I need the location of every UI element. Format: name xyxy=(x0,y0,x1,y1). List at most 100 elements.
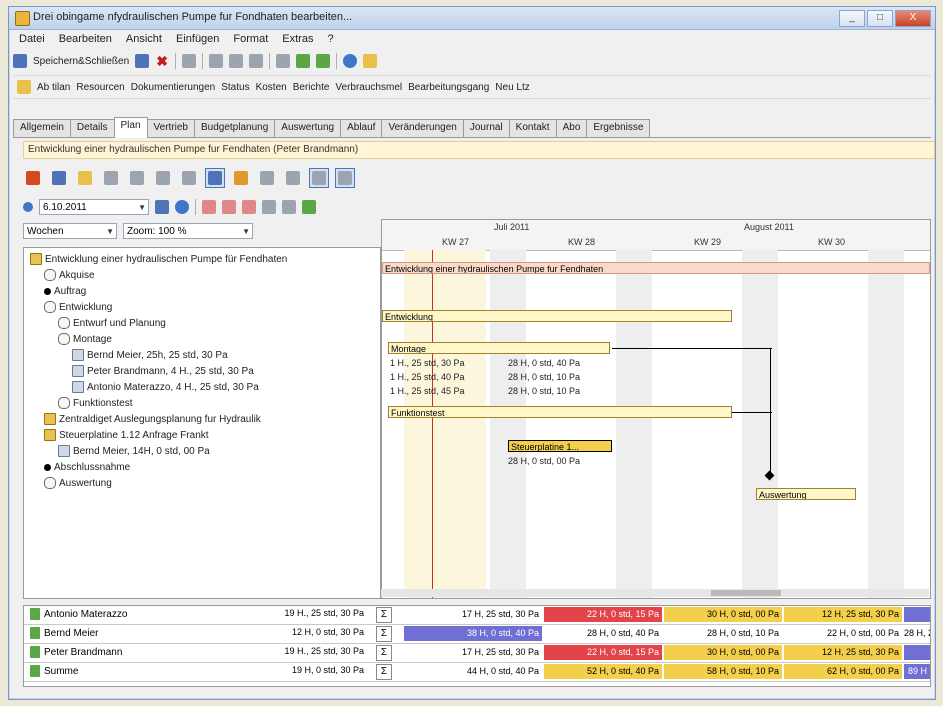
menu-ansicht[interactable]: Ansicht xyxy=(126,33,162,45)
resource-cell[interactable]: 22 H, 0 std, 15 Pa xyxy=(544,645,662,660)
resource-cell[interactable]: 62 H, 0 std, 00 Pa xyxy=(784,664,902,679)
toolbar2-item[interactable]: Kosten xyxy=(256,82,287,93)
resource-cell[interactable]: 17 H, 25 std, 30 Pa xyxy=(404,645,542,660)
resource-row[interactable]: Peter Brandmann 19 H., 25 std, 30 Pa Σ 17 H… xyxy=(24,644,930,663)
toolbar2-item[interactable]: Ab tilan xyxy=(37,82,70,93)
columns-icon[interactable] xyxy=(262,200,276,214)
resource-cell[interactable]: 44 H, 0 std, 40 Pa xyxy=(404,664,542,679)
menu-help[interactable]: ? xyxy=(327,33,333,45)
tab-auswertung[interactable]: Auswertung xyxy=(274,119,342,137)
save-close-button[interactable]: Speichern&Schließen xyxy=(33,56,129,67)
resource-row[interactable]: Antonio Materazzo 19 H., 25 std, 30 Pa Σ 17… xyxy=(24,606,930,625)
link-icon[interactable] xyxy=(52,171,66,185)
table-view-icon[interactable] xyxy=(338,171,352,185)
menu-format[interactable]: Format xyxy=(233,33,268,45)
sum-icon[interactable]: Σ xyxy=(376,607,392,623)
resource-cell[interactable]: 28 H, 0 std, 10 Pa xyxy=(664,626,782,641)
sum-icon[interactable]: Σ xyxy=(376,645,392,661)
toolbar2-item[interactable]: Status xyxy=(221,82,249,93)
arrow-icon[interactable] xyxy=(260,171,274,185)
resource-cell[interactable]: 30 H, 0 std, 00 Pa xyxy=(664,607,782,622)
tree-item[interactable]: Funktionstest xyxy=(58,396,132,410)
resource-cell[interactable] xyxy=(904,607,930,622)
tab-plan[interactable]: Plan xyxy=(113,117,148,138)
tree-item[interactable]: Entwicklung xyxy=(44,300,112,314)
copy-icon[interactable] xyxy=(229,54,244,68)
grid-icon[interactable] xyxy=(276,54,291,68)
critical-path-icon[interactable] xyxy=(202,200,216,214)
sum-icon[interactable]: Σ xyxy=(376,664,392,680)
tab-details[interactable]: Details xyxy=(69,119,115,137)
paste-icon[interactable] xyxy=(249,54,264,68)
resource-cell[interactable]: 28 H, 0 std, 40 Pa xyxy=(544,626,662,641)
sort-icon[interactable] xyxy=(242,200,256,214)
info-icon[interactable] xyxy=(363,54,378,68)
tree-item[interactable]: Steuerplatine 1.12 Anfrage Frankt xyxy=(44,428,209,442)
tab-journal[interactable]: Journal xyxy=(462,119,510,137)
view-mode-select[interactable]: Wochen ▼ xyxy=(23,223,117,239)
resource-cell[interactable]: 12 H, 25 std, 30 Pa xyxy=(784,607,902,622)
resource-cell[interactable] xyxy=(904,645,930,660)
steuerplatine-bar[interactable]: Steuerplatine 1... xyxy=(508,440,612,452)
outdent-icon[interactable] xyxy=(182,171,196,185)
zoom-icon[interactable] xyxy=(282,200,296,214)
tree-item[interactable]: Bernd Meier, 25h, 25 std, 30 Pa xyxy=(72,348,228,362)
arrow-up-icon[interactable] xyxy=(296,54,311,68)
resource-row[interactable]: Summe 19 H, 0 std, 30 Pa Σ 44 H, 0 std, 40 … xyxy=(24,663,930,682)
tree-item[interactable]: Abschlussnahme xyxy=(42,460,130,474)
toolbar2-item[interactable]: Dokumentierungen xyxy=(131,82,216,93)
funktionstest-bar[interactable]: Funktionstest xyxy=(388,406,732,418)
tree-item[interactable]: Bernd Meier, 14H, 0 std, 00 Pa xyxy=(58,444,210,458)
horizontal-scrollbar[interactable] xyxy=(381,589,929,597)
gantt-view-icon[interactable] xyxy=(208,171,222,185)
resource-cell[interactable]: 12 H, 25 std, 30 Pa xyxy=(784,645,902,660)
tree-item[interactable]: Entwicklung einer hydraulischen Pumpe fü… xyxy=(30,252,287,266)
toolbar2-item[interactable]: Verbrauchsmel xyxy=(335,82,402,93)
resource-cell[interactable]: 17 H, 25 std, 30 Pa xyxy=(404,607,542,622)
tree-item[interactable]: Antonio Materazzo, 4 H., 25 std, 30 Pa xyxy=(72,380,259,394)
forward-icon[interactable] xyxy=(175,200,189,214)
menu-datei[interactable]: Datei xyxy=(19,33,45,45)
resource-cell[interactable]: 58 H, 0 std, 10 Pa xyxy=(664,664,782,679)
resource-cell[interactable]: 28 H, 22 xyxy=(904,626,930,641)
project-icon[interactable] xyxy=(17,80,31,94)
resource-cell[interactable]: 38 H, 0 std, 40 Pa xyxy=(404,626,542,641)
tab-kontakt[interactable]: Kontakt xyxy=(508,119,557,137)
resource-view-icon[interactable] xyxy=(312,171,326,185)
new-task-icon[interactable] xyxy=(26,171,40,185)
tab-ergebnisse[interactable]: Ergebnisse xyxy=(586,119,651,137)
menu-extras[interactable]: Extras xyxy=(282,33,313,45)
cut-icon[interactable] xyxy=(209,54,224,68)
tree-item[interactable]: Akquise xyxy=(44,268,95,282)
zoom-select[interactable]: Zoom: 100 % ▼ xyxy=(123,223,253,239)
tree-item[interactable]: Montage xyxy=(58,332,112,346)
project-bar[interactable]: Entwicklung einer hydraulischen Pumpe fu… xyxy=(382,262,930,274)
menu-bearbeiten[interactable]: Bearbeiten xyxy=(59,33,112,45)
resource-cell[interactable]: 30 H, 0 std, 00 Pa xyxy=(664,645,782,660)
maximize-button[interactable]: □ xyxy=(867,10,893,27)
export-icon[interactable] xyxy=(302,200,316,214)
toolbar2-item[interactable]: Resourcen xyxy=(76,82,124,93)
tree-item[interactable]: Peter Brandmann, 4 H., 25 std, 30 Pa xyxy=(72,364,254,378)
montage-bar[interactable]: Montage xyxy=(388,342,610,354)
expand-icon[interactable] xyxy=(104,171,118,185)
split-icon[interactable] xyxy=(286,171,300,185)
arrow-down-icon[interactable] xyxy=(316,54,331,68)
close-button[interactable]: X xyxy=(895,10,931,27)
help-icon[interactable] xyxy=(343,54,358,68)
resource-cell[interactable]: 52 H, 0 std, 40 Pa xyxy=(544,664,662,679)
pencil-icon[interactable] xyxy=(234,171,248,185)
collapse-icon[interactable] xyxy=(130,171,144,185)
toolbar2-item[interactable]: Neu Ltz xyxy=(495,82,529,93)
toolbar2-item[interactable]: Bearbeitungsgang xyxy=(408,82,489,93)
entwicklung-bar[interactable]: Entwicklung xyxy=(382,310,732,322)
save-icon[interactable] xyxy=(135,54,150,68)
scrollbar-thumb[interactable] xyxy=(711,590,781,596)
tab-abo[interactable]: Abo xyxy=(555,119,588,137)
go-icon[interactable] xyxy=(155,200,169,214)
delete-icon[interactable]: ✖ xyxy=(155,54,169,68)
indent-icon[interactable] xyxy=(156,171,170,185)
tree-item[interactable]: Zentraldiget Auslegungsplanung fur Hydra… xyxy=(44,412,261,426)
tab-budgetplanung[interactable]: Budgetplanung xyxy=(193,119,276,137)
tab-vertrieb[interactable]: Vertrieb xyxy=(146,119,195,137)
